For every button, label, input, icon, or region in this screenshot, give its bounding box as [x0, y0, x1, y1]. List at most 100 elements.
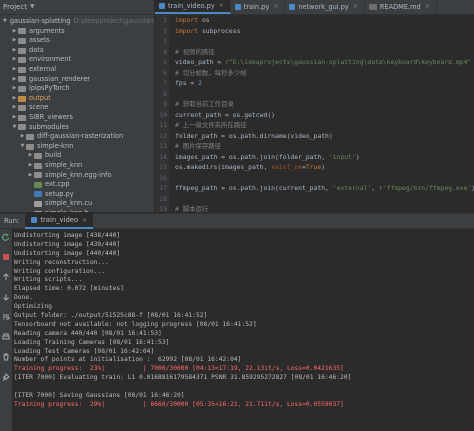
- tree-root[interactable]: ▼ gaussian-splatting D:\deepproject\gaus…: [0, 17, 154, 27]
- code-line[interactable]: [175, 194, 474, 205]
- line-number: 9: [163, 100, 167, 108]
- tab-label: README.md: [379, 3, 421, 11]
- project-panel-header[interactable]: Project ▼: [0, 0, 154, 15]
- tree-item[interactable]: ▶ build: [0, 151, 154, 161]
- chevron-right-icon[interactable]: ▶: [11, 46, 18, 56]
- close-icon[interactable]: ✕: [425, 0, 430, 14]
- tree-item[interactable]: setup.py: [0, 190, 154, 200]
- close-icon[interactable]: ✕: [219, 0, 224, 13]
- scroll-down-icon[interactable]: [2, 293, 10, 301]
- close-icon[interactable]: ✕: [353, 0, 358, 14]
- python-file-icon: [289, 4, 296, 10]
- tree-item[interactable]: ▶ lpipsPyTorch: [0, 84, 154, 94]
- chevron-right-icon[interactable]: ▶: [11, 65, 18, 75]
- folder-icon: [18, 66, 26, 73]
- tree-item-label: output: [29, 93, 51, 102]
- trash-icon[interactable]: [2, 353, 10, 361]
- tree-item[interactable]: ▶ assets: [0, 36, 154, 46]
- stop-icon[interactable]: [2, 253, 10, 261]
- console-line: Tensorboard not available: not logging p…: [14, 320, 257, 328]
- tree-item[interactable]: ▶ simple_knn.egg-info: [0, 171, 154, 181]
- code-line[interactable]: # 上一级文件夹所在路径: [175, 120, 474, 131]
- code-line[interactable]: # 切分帧数，每秒多少帧: [175, 68, 474, 79]
- tree-item[interactable]: ▼ submodules: [0, 123, 154, 133]
- chevron-down-icon[interactable]: ▼: [11, 123, 18, 133]
- tree-item[interactable]: ▶ scene: [0, 103, 154, 113]
- tree-item-label: simple_knn.egg-info: [45, 170, 112, 179]
- tree-item[interactable]: ▶ output: [0, 94, 154, 104]
- pin-icon[interactable]: [2, 373, 10, 381]
- tree-item[interactable]: ▶ simple_knn: [0, 161, 154, 171]
- chevron-right-icon[interactable]: ▶: [11, 113, 18, 123]
- tab-readme[interactable]: README.md ✕: [365, 0, 437, 14]
- tree-item[interactable]: ▶ environment: [0, 55, 154, 65]
- folder-icon: [34, 162, 42, 169]
- code-line[interactable]: import subprocess: [175, 26, 474, 37]
- tree-item[interactable]: ext.cpp: [0, 180, 154, 190]
- tab-network-gui[interactable]: network_gui.py ✕: [285, 0, 365, 14]
- python-file-icon: [34, 191, 42, 198]
- chevron-right-icon[interactable]: ▶: [11, 36, 18, 46]
- tree-item[interactable]: ▼ simple-knn: [0, 142, 154, 152]
- run-panel-header: Run: train_video ✕: [0, 213, 474, 229]
- close-icon[interactable]: ✕: [273, 0, 278, 14]
- rerun-icon[interactable]: [2, 233, 10, 241]
- tree-item[interactable]: ▶ arguments: [0, 27, 154, 37]
- tab-train[interactable]: train.py ✕: [231, 0, 286, 14]
- project-panel-title[interactable]: Project: [3, 0, 27, 14]
- tree-item[interactable]: simple_knn.h: [0, 209, 154, 212]
- chevron-right-icon[interactable]: ▶: [27, 161, 34, 171]
- tree-item[interactable]: ▶ data: [0, 46, 154, 56]
- file-icon: [34, 210, 42, 212]
- console-line: Writing reconstruction...: [14, 258, 109, 266]
- tree-item[interactable]: ▶ external: [0, 65, 154, 75]
- code-line[interactable]: # 获取当前工作目录: [175, 99, 474, 110]
- chevron-down-icon[interactable]: ▼: [19, 142, 26, 152]
- tree-item-label: external: [29, 64, 57, 73]
- code-line[interactable]: [175, 89, 474, 100]
- tab-train-video[interactable]: train_video.py ✕: [155, 0, 231, 14]
- run-tab[interactable]: train_video ✕: [25, 213, 94, 229]
- run-label: Run:: [4, 217, 20, 225]
- chevron-right-icon[interactable]: ▶: [27, 171, 34, 181]
- line-number: 4: [163, 47, 167, 56]
- console-output[interactable]: Undistorting image [438/440] Undistorting…: [14, 232, 474, 431]
- code-line[interactable]: images_path = os.path.join(folder_path, …: [175, 152, 474, 163]
- code-line[interactable]: folder_path = os.path.dirname(video_path…: [175, 131, 474, 142]
- chevron-right-icon[interactable]: ▶: [11, 94, 18, 104]
- code-line[interactable]: current_path = os.getcwd(): [175, 110, 474, 121]
- chevron-down-icon[interactable]: ▼: [30, 0, 35, 14]
- python-file-icon: [234, 4, 241, 10]
- code-line[interactable]: ffmpeg_path = os.path.join(current_path,…: [175, 183, 474, 194]
- tree-item[interactable]: ▶ diff-gaussian-rasterization: [0, 132, 154, 142]
- code-line[interactable]: import os: [175, 15, 474, 26]
- tree-item[interactable]: simple_knn.cu: [0, 199, 154, 209]
- chevron-right-icon[interactable]: ▶: [11, 27, 18, 37]
- code-line[interactable]: os.makedirs(images_path, exist_ok=True): [175, 162, 474, 173]
- code-line[interactable]: # 视频的路径: [175, 47, 474, 58]
- chevron-right-icon[interactable]: ▶: [27, 151, 34, 161]
- console-line: Writing configuration...: [14, 267, 105, 275]
- tree-root-path: D:\deepproject\gaussian-splatting: [73, 17, 155, 25]
- chevron-right-icon[interactable]: ▶: [11, 84, 18, 94]
- code-line[interactable]: [175, 36, 474, 47]
- tab-label: train_video.py: [168, 2, 215, 10]
- chevron-right-icon[interactable]: ▶: [19, 132, 26, 142]
- line-number: 17: [159, 184, 167, 192]
- soft-wrap-icon[interactable]: [2, 313, 10, 321]
- close-icon[interactable]: ✕: [82, 217, 87, 224]
- code-line[interactable]: video_path = r"E:\ideaprojects\gaussian-…: [175, 57, 474, 68]
- chevron-down-icon[interactable]: ▼: [3, 17, 7, 27]
- code-area[interactable]: import os import subprocess # 视频的路径 video_p…: [175, 15, 474, 225]
- scroll-up-icon[interactable]: [2, 273, 10, 281]
- chevron-right-icon[interactable]: ▶: [11, 103, 18, 113]
- code-line[interactable]: fps = 2: [175, 78, 474, 89]
- chevron-right-icon[interactable]: ▶: [11, 55, 18, 65]
- tree-item[interactable]: ▶ SIBR_viewers: [0, 113, 154, 123]
- code-line[interactable]: [175, 173, 474, 184]
- chevron-right-icon[interactable]: ▶: [11, 75, 18, 85]
- print-icon[interactable]: [2, 333, 10, 341]
- tree-item[interactable]: ▶ gaussian_renderer: [0, 75, 154, 85]
- code-line[interactable]: # 图片保存路径: [175, 141, 474, 152]
- project-tree: ▼ gaussian-splatting D:\deepproject\gaus…: [0, 15, 154, 212]
